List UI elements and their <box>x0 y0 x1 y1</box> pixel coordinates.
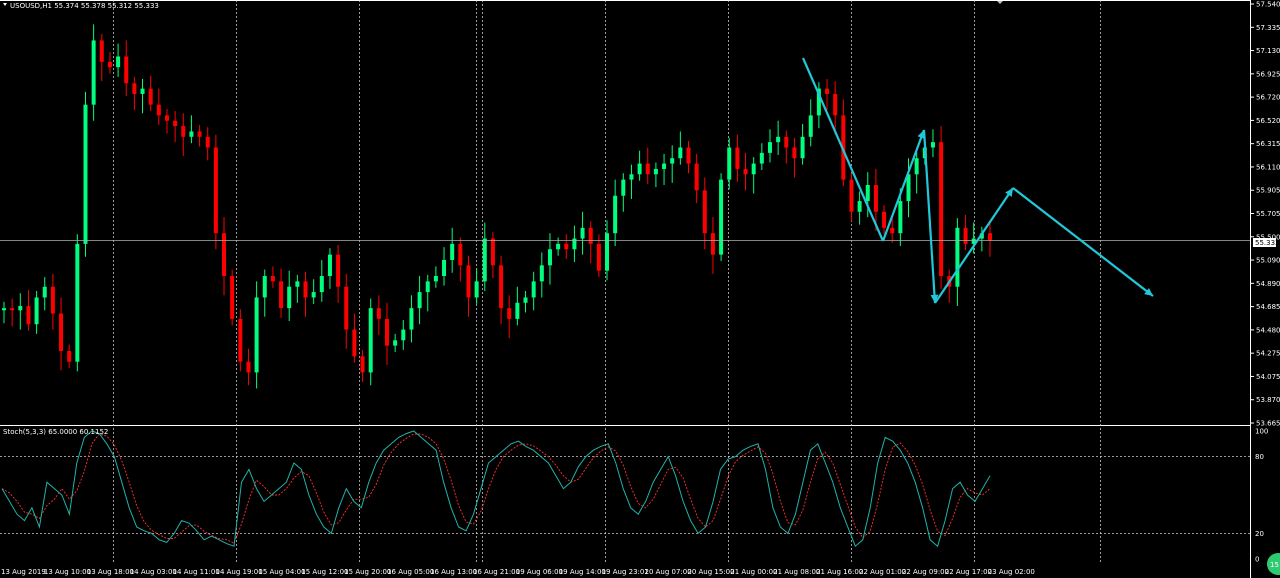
current-price-tag: 55.333 <box>1253 238 1280 247</box>
current-price-label: 55.333 <box>1255 239 1280 247</box>
price-tick-label: 57.130 <box>1256 47 1280 55</box>
time-tick-label: 15 Aug 04:00 <box>258 568 305 576</box>
time-tick-label: 14 Aug 19:00 <box>216 568 263 576</box>
time-tick-label: 19 Aug 06:00 <box>516 568 563 576</box>
price-tick-label: 54.890 <box>1256 280 1280 288</box>
price-tick-label: 55.705 <box>1256 210 1280 218</box>
price-tick-label: 56.925 <box>1256 70 1280 78</box>
stochastic-caption: Stoch(5,3,3) 65.0000 60.1152 <box>3 428 108 436</box>
price-tick-label: 57.540 <box>1256 1 1280 9</box>
time-tick-label: 16 Aug 05:00 <box>387 568 434 576</box>
time-tick-label: 21 Aug 16:00 <box>816 568 863 576</box>
stoch-level-label: 80 <box>1255 453 1264 461</box>
price-tick-label: 54.480 <box>1256 326 1280 334</box>
time-tick-label: 14 Aug 11:00 <box>173 568 220 576</box>
time-tick-label: 23 Aug 02:00 <box>988 568 1035 576</box>
price-tick-label: 53.870 <box>1256 396 1280 404</box>
time-tick-label: 19 Aug 23:01 <box>602 568 649 576</box>
time-tick-label: 20 Aug 15:00 <box>687 568 734 576</box>
chart-background <box>0 0 1280 578</box>
symbol-caption: USOUSD,H1 55.374 55.378 55.312 55.333 <box>10 2 159 10</box>
time-tick-label: 22 Aug 17:00 <box>945 568 992 576</box>
time-tick-label: 13 Aug 18:00 <box>87 568 134 576</box>
price-tick-label: 57.335 <box>1256 24 1280 32</box>
candle <box>230 269 235 326</box>
candle <box>719 173 724 262</box>
time-tick-label: 16 Aug 13:00 <box>430 568 477 576</box>
time-tick-label: 22 Aug 09:00 <box>902 568 949 576</box>
time-axis: 13 Aug 201913 Aug 10:0013 Aug 18:0014 Au… <box>1 568 1035 576</box>
candle <box>939 126 944 289</box>
price-tick-label: 56.520 <box>1256 117 1280 125</box>
price-tick-label: 56.720 <box>1256 94 1280 102</box>
candle <box>254 281 259 389</box>
candle <box>75 234 80 372</box>
time-tick-label: 13 Aug 2019 <box>1 568 46 576</box>
time-tick-label: 15 Aug 12:00 <box>301 568 348 576</box>
time-tick-label: 19 Aug 14:00 <box>559 568 606 576</box>
price-tick-label: 53.665 <box>1256 420 1280 428</box>
time-tick-label: 16 Aug 21:00 <box>473 568 520 576</box>
price-tick-label: 56.110 <box>1256 163 1280 171</box>
price-tick-label: 55.905 <box>1256 187 1280 195</box>
candlestick-chart[interactable]: 100 80 20 0 57.540 57.335 57.130 56.925 56.720 5… <box>0 0 1280 578</box>
price-tick-label: 55.090 <box>1256 257 1280 265</box>
time-tick-label: 22 Aug 01:00 <box>859 568 906 576</box>
candle <box>213 134 218 250</box>
stoch-level-label: 100 <box>1255 428 1268 436</box>
stoch-level-label: 20 <box>1255 530 1264 538</box>
time-tick-label: 20 Aug 07:00 <box>645 568 692 576</box>
time-tick-label: 14 Aug 03:00 <box>130 568 177 576</box>
price-tick-label: 54.075 <box>1256 373 1280 381</box>
price-tick-label: 54.685 <box>1256 303 1280 311</box>
status-badge-text: 15 <box>1270 561 1279 569</box>
stoch-level-label: 0 <box>1255 556 1259 564</box>
candle <box>368 298 373 386</box>
time-tick-label: 21 Aug 08:00 <box>773 568 820 576</box>
price-tick-label: 54.275 <box>1256 350 1280 358</box>
time-tick-label: 13 Aug 10:00 <box>44 568 91 576</box>
candle <box>83 91 88 257</box>
price-tick-label: 56.315 <box>1256 140 1280 148</box>
time-tick-label: 21 Aug 00:00 <box>730 568 777 576</box>
time-tick-label: 15 Aug 20:00 <box>344 568 391 576</box>
